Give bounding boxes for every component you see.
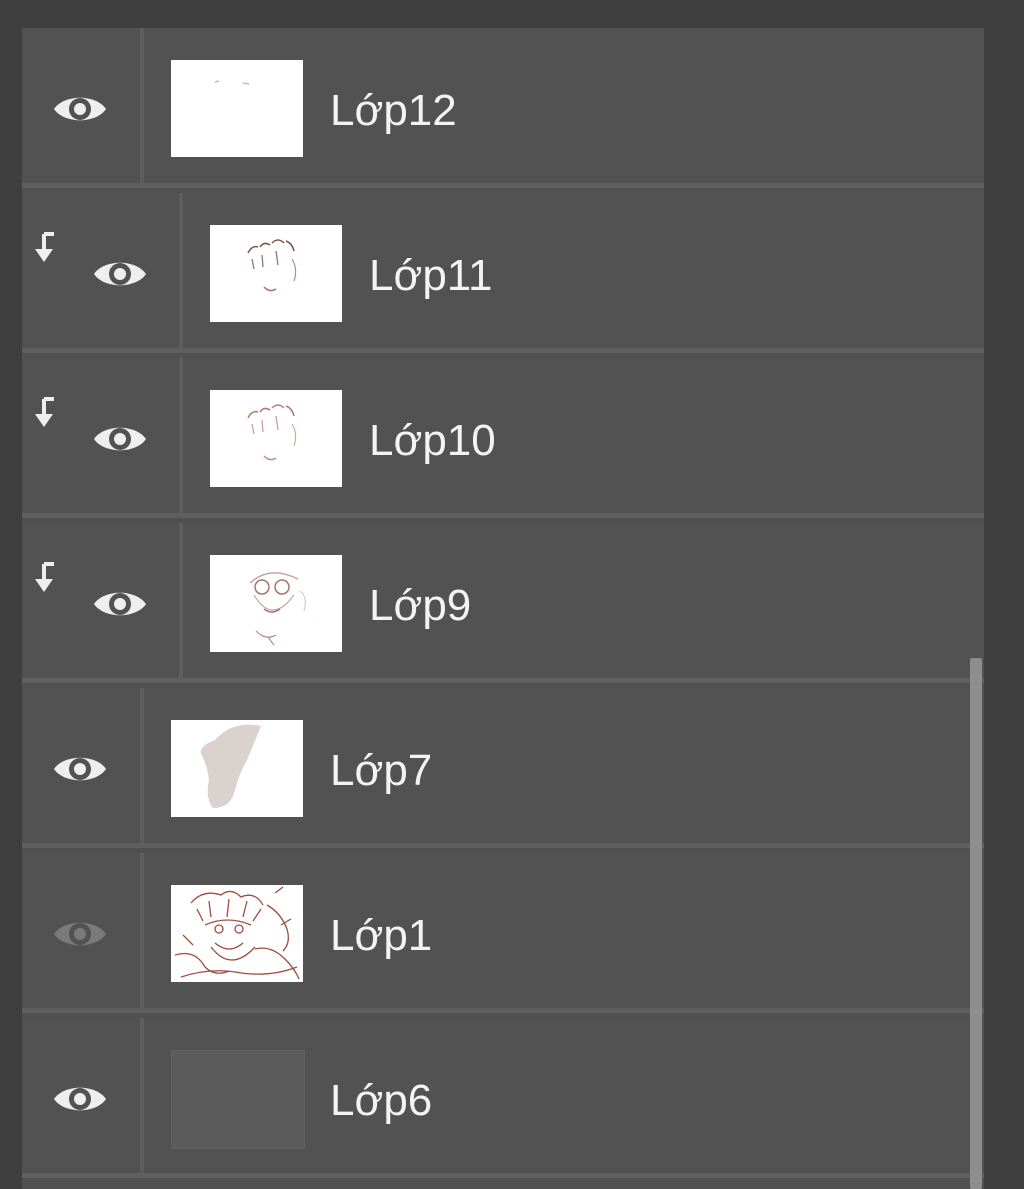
clipping-arrow-icon: [35, 397, 54, 427]
layer-name: Lớp10: [369, 416, 496, 465]
column-divider: [140, 853, 144, 1008]
layer-thumbnail[interactable]: [171, 885, 303, 982]
visibility-eye-icon[interactable]: [92, 421, 148, 457]
layer-thumbnail[interactable]: [171, 1050, 305, 1149]
column-divider: [179, 193, 183, 348]
layer-name: Lớp9: [369, 581, 472, 630]
dark-fill-thumbnail-icon: [172, 1051, 304, 1148]
layer-thumbnail[interactable]: [171, 60, 303, 157]
layer-thumbnail[interactable]: [210, 555, 342, 652]
visibility-eye-icon[interactable]: [52, 91, 108, 127]
layer-row-lop7[interactable]: Lớp7: [22, 688, 984, 848]
row-divider: [22, 183, 984, 188]
hidden-eye-icon[interactable]: [52, 916, 108, 952]
column-divider: [140, 1018, 144, 1173]
layer-thumbnail[interactable]: [171, 720, 303, 817]
column-divider: [140, 28, 144, 183]
blank-white-thumbnail-icon: [214, 80, 250, 85]
layer-row-lop11[interactable]: Lớp11: [22, 193, 984, 353]
clipping-arrow-icon: [35, 562, 54, 592]
layer-row-lop10[interactable]: Lớp10: [22, 358, 984, 518]
layer-thumbnail[interactable]: [210, 225, 342, 322]
layer-row-lop6[interactable]: Lớp6: [22, 1018, 984, 1178]
layers-panel: Lớp12 Lớp11 Lớp10 Lớp9 Lớp7 Lớp1 Lớp6: [22, 28, 984, 1189]
layer-thumbnail[interactable]: [210, 390, 342, 487]
layer-name: Lớp7: [330, 746, 433, 795]
column-divider: [179, 523, 183, 678]
row-divider: [22, 513, 984, 518]
row-divider: [22, 1008, 984, 1013]
layers-scrollbar[interactable]: [970, 658, 982, 1189]
visibility-eye-icon[interactable]: [92, 586, 148, 622]
hair-lineart-thumbnail-icon: [247, 239, 297, 292]
red-sketch-thumbnail-icon: [174, 886, 300, 980]
hair-lineart-thumbnail-icon: [247, 404, 297, 461]
row-divider: [22, 678, 984, 683]
column-divider: [140, 688, 144, 843]
grey-silhouette-thumbnail-icon: [200, 724, 261, 808]
layer-name: Lớp12: [330, 86, 457, 135]
row-divider: [22, 843, 984, 848]
face-sketch-thumbnail-icon: [249, 572, 306, 646]
visibility-eye-icon[interactable]: [52, 1081, 108, 1117]
row-divider: [22, 1173, 984, 1178]
clipping-arrow-icon: [35, 232, 54, 262]
layer-name: Lớp1: [330, 911, 433, 960]
layer-row-lop12[interactable]: Lớp12: [22, 28, 984, 188]
layer-row-lop1[interactable]: Lớp1: [22, 853, 984, 1013]
layer-name: Lớp6: [330, 1076, 433, 1125]
layer-row-lop9[interactable]: Lớp9: [22, 523, 984, 683]
layer-name: Lớp11: [369, 251, 493, 300]
visibility-eye-icon[interactable]: [52, 751, 108, 787]
row-divider: [22, 348, 984, 353]
column-divider: [179, 358, 183, 513]
visibility-eye-icon[interactable]: [92, 256, 148, 292]
